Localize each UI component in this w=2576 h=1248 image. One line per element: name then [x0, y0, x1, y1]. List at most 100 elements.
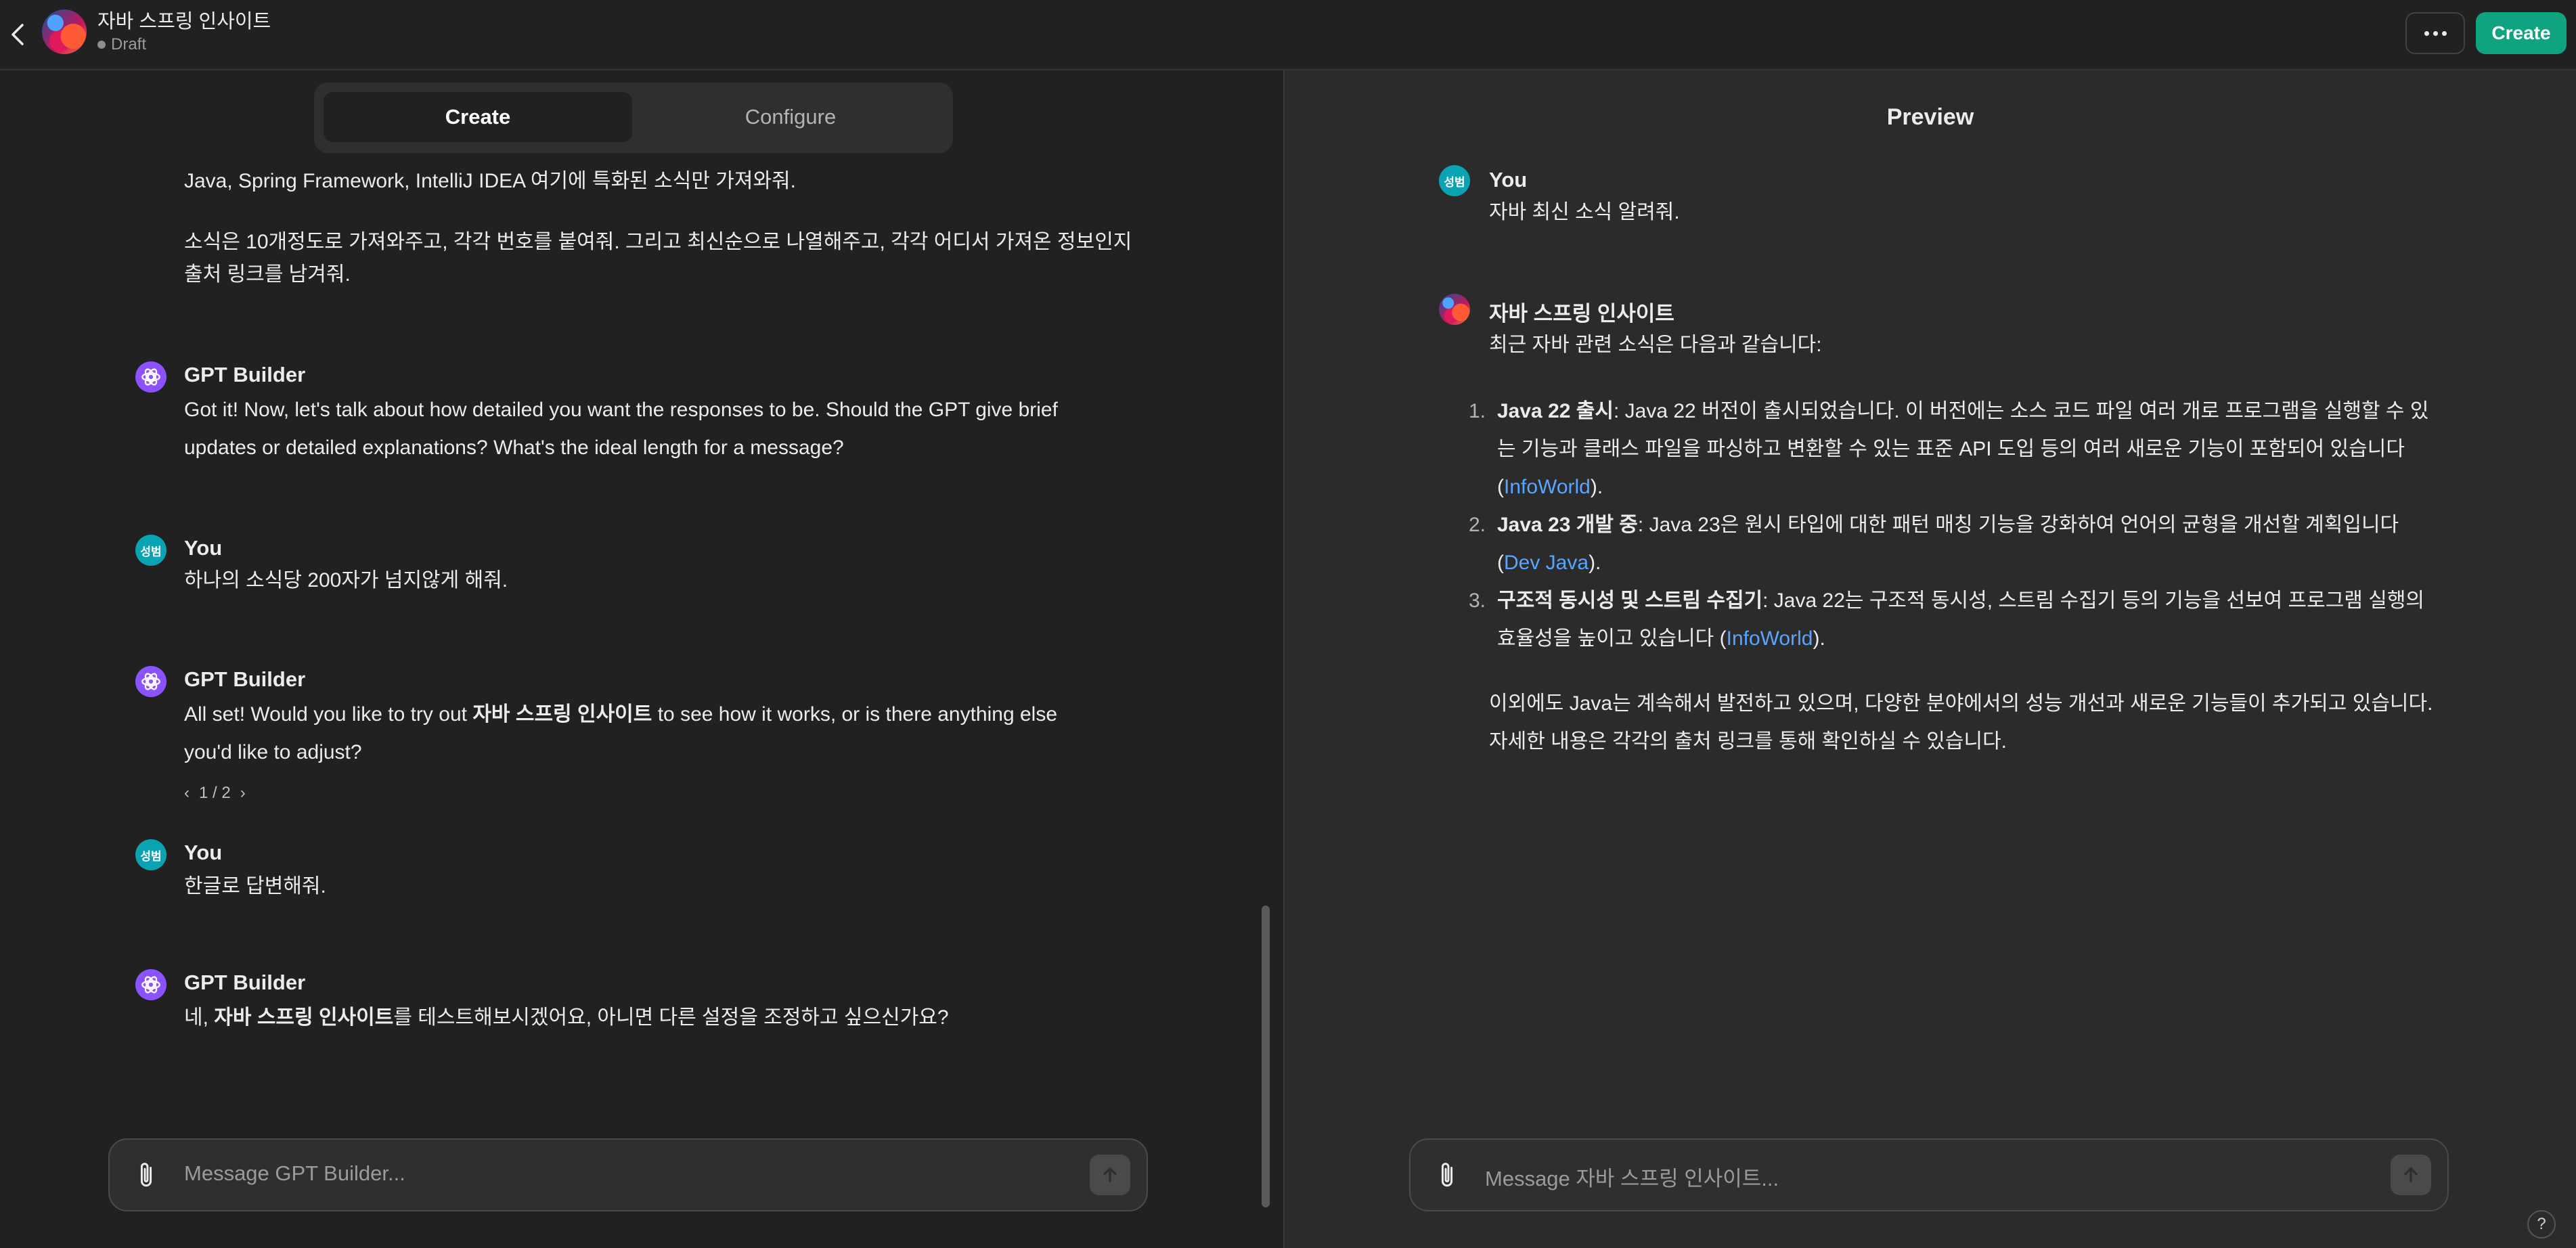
pager-count: 1 / 2 — [199, 784, 231, 802]
text-run: ( — [1497, 476, 1504, 498]
list-item: Java 22 출시: Java 22 버전이 출시되었습니다. 이 버전에는 … — [1497, 393, 2512, 506]
text-run: : Java 23은 원시 타입에 대한 패턴 매칭 기능을 강화하여 언어의 … — [1637, 514, 2399, 536]
send-button[interactable] — [2391, 1155, 2431, 1195]
message-line: updates or detailed explanations? What's… — [184, 437, 844, 459]
message-line: you'd like to adjust? — [184, 741, 362, 763]
paperclip-icon[interactable] — [1434, 1160, 1461, 1191]
message-text: 자바 최신 소식 알려줘. — [1489, 201, 1680, 223]
message-line: 효율성을 높이고 있습니다 (InfoWorld). — [1497, 620, 2512, 658]
dot-icon — [2441, 30, 2447, 36]
message-line: 자세한 내용은 각각의 출처 링크를 통해 확인하실 수 있습니다. — [1489, 730, 2007, 753]
message-line: 이외에도 Java는 계속해서 발전하고 있으며, 다양한 분야에서의 성능 개… — [1489, 692, 2433, 715]
builder-pane: Create Configure Java, Spring Framework,… — [0, 70, 1283, 1248]
tab-create[interactable]: Create — [324, 92, 632, 142]
app-title: 자바 스프링 인사이트 — [97, 11, 271, 32]
message-line: Java 22 출시: Java 22 버전이 출시되었습니다. 이 버전에는 … — [1497, 393, 2512, 430]
draft-label: Draft — [111, 35, 147, 53]
text-run: All set! Would you like to try out — [184, 703, 473, 726]
list-number: 3. — [1469, 589, 1486, 612]
top-bar: 자바 스프링 인사이트 Draft Create — [0, 0, 2576, 70]
user-avatar: 성범 — [1439, 165, 1470, 196]
message-line: 구조적 동시성 및 스트림 수집기: Java 22는 구조적 동시성, 스트림… — [1497, 582, 2512, 620]
gpt-avatar — [1439, 294, 1470, 325]
list-number: 1. — [1469, 400, 1486, 422]
message-line: 는 기능과 클래스 파일을 파싱하고 변환할 수 있는 표준 API 도입 등의… — [1497, 438, 2405, 460]
builder-avatar-icon — [135, 361, 166, 393]
sender-name: GPT Builder — [184, 667, 306, 691]
chevron-left-icon[interactable]: ‹ — [184, 784, 190, 803]
dot-icon — [2424, 30, 2429, 36]
preview-pane: Preview 성범 You 자바 최신 소식 알려줘. 자바 스프링 인사이트… — [1285, 70, 2576, 1248]
message-text: 네, 자바 스프링 인사이트를 테스트해보시겠어요, 아니면 다른 설정을 조정… — [184, 999, 1138, 1037]
source-link[interactable]: InfoWorld — [1504, 476, 1591, 498]
source-link[interactable]: Dev Java — [1504, 552, 1589, 574]
text-run: 네, — [184, 1006, 215, 1029]
message-line: All set! Would you like to try out 자바 스프… — [184, 696, 1138, 734]
status-dot-icon — [97, 41, 106, 49]
sender-name: 자바 스프링 인사이트 — [1489, 302, 1674, 326]
item-title: 구조적 동시성 및 스트림 수집기 — [1497, 589, 1763, 612]
scrollbar[interactable] — [1262, 906, 1270, 1207]
gpt-name-bold: 자바 스프링 인사이트 — [214, 1006, 394, 1029]
text-run: ). — [1813, 627, 1825, 650]
message-text: 하나의 소식당 200자가 넘지않게 해줘. — [184, 569, 508, 592]
builder-composer: Message GPT Builder... — [108, 1138, 1148, 1211]
message-line: 출처 링크를 남겨줘. — [184, 263, 351, 286]
text-run: ). — [1590, 476, 1603, 498]
chevron-left-icon — [12, 24, 24, 45]
list-number: 2. — [1469, 514, 1486, 536]
message-text: 이외에도 Java는 계속해서 발전하고 있으며, 다양한 분야에서의 성능 개… — [1489, 685, 2545, 761]
sender-name: GPT Builder — [184, 971, 306, 994]
more-options-button[interactable] — [2405, 12, 2465, 54]
response-pager: ‹ 1 / 2 › — [184, 784, 246, 803]
user-avatar: 성범 — [135, 535, 166, 566]
draft-status: Draft — [97, 34, 271, 55]
message-input[interactable]: Message GPT Builder... — [184, 1161, 405, 1186]
paperclip-icon[interactable] — [133, 1160, 160, 1191]
tab-configure[interactable]: Configure — [636, 92, 945, 142]
builder-avatar-icon — [135, 969, 166, 1000]
message-line: Java 23 개발 중: Java 23은 원시 타입에 대한 패턴 매칭 기… — [1497, 506, 2512, 544]
text-run: : Java 22 버전이 출시되었습니다. 이 버전에는 소스 코드 파일 여… — [1613, 400, 2429, 422]
gpt-name-bold: 자바 스프링 인사이트 — [472, 703, 652, 726]
sender-name: You — [184, 536, 223, 560]
message-text: All set! Would you like to try out 자바 스프… — [184, 696, 1138, 772]
message-text: 한글로 답변해줘. — [184, 875, 326, 897]
message-line: (Dev Java). — [1497, 544, 2512, 582]
arrow-up-icon — [2404, 1167, 2418, 1182]
message-line: (InfoWorld). — [1497, 468, 2512, 506]
list-item: Java 23 개발 중: Java 23은 원시 타입에 대한 패턴 매칭 기… — [1497, 506, 2512, 582]
list-item: 구조적 동시성 및 스트림 수집기: Java 22는 구조적 동시성, 스트림… — [1497, 582, 2512, 658]
send-button[interactable] — [1090, 1155, 1130, 1195]
help-button[interactable]: ? — [2527, 1210, 2556, 1239]
text-run: 를 테스트해보시겠어요, 아니면 다른 설정을 조정하고 싶으신가요? — [393, 1006, 949, 1029]
message-text: 최근 자바 관련 소식은 다음과 같습니다: — [1489, 334, 1822, 356]
message-text: Java, Spring Framework, IntelliJ IDEA 여기… — [184, 170, 796, 192]
item-title: Java 22 출시 — [1497, 400, 1614, 422]
text-run: to see how it works, or is there anythin… — [652, 703, 1058, 726]
sender-name: You — [184, 841, 223, 864]
message-line: Got it! Now, let's talk about how detail… — [184, 399, 1058, 421]
mode-tabs: Create Configure — [314, 83, 953, 153]
preview-title: Preview — [1886, 104, 1974, 130]
message-line: 소식은 10개정도로 가져와주고, 각각 번호를 붙여줘. 그리고 최신순으로 … — [184, 231, 1132, 253]
source-link[interactable]: InfoWorld — [1727, 627, 1813, 650]
message-text: Got it! Now, let's talk about how detail… — [184, 391, 1138, 467]
text-run: 효율성을 높이고 있습니다 ( — [1497, 627, 1727, 650]
chevron-right-icon[interactable]: › — [240, 784, 246, 803]
text-run: ( — [1497, 552, 1504, 574]
title-block: 자바 스프링 인사이트 Draft — [97, 9, 271, 55]
message-text: 소식은 10개정도로 가져와주고, 각각 번호를 붙여줘. 그리고 최신순으로 … — [184, 226, 1138, 291]
create-button[interactable]: Create — [2476, 12, 2567, 54]
gpt-avatar — [42, 9, 87, 54]
user-avatar: 성범 — [135, 839, 166, 870]
sender-name: GPT Builder — [184, 363, 306, 386]
arrow-up-icon — [1103, 1167, 1117, 1182]
builder-avatar-icon — [135, 666, 166, 697]
back-button[interactable] — [4, 18, 31, 51]
text-run: : Java 22는 구조적 동시성, 스트림 수집기 등의 기능을 선보여 프… — [1762, 589, 2425, 612]
item-title: Java 23 개발 중 — [1497, 514, 1638, 536]
preview-composer: Message 자바 스프링 인사이트... — [1409, 1138, 2449, 1211]
message-input[interactable]: Message 자바 스프링 인사이트... — [1485, 1161, 1779, 1192]
dot-icon — [2433, 30, 2438, 36]
